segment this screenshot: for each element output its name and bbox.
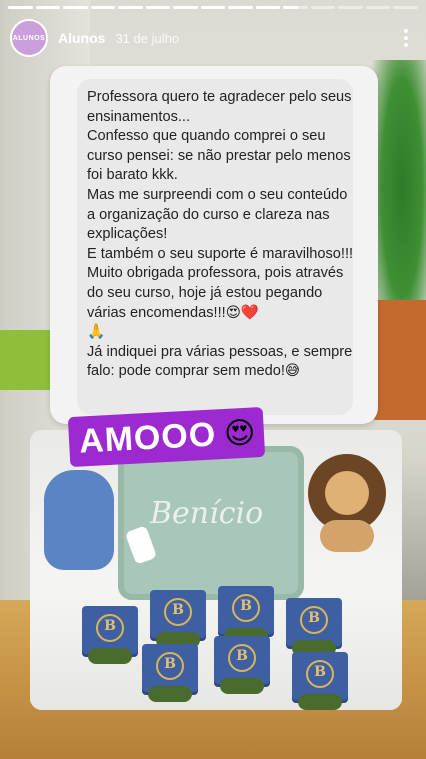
progress-segment [228, 6, 253, 9]
elephant-plush [44, 470, 114, 570]
story-date: 31 de julho [115, 30, 180, 46]
more-vertical-icon[interactable] [396, 26, 416, 50]
sticker-text: AMOOO [78, 414, 218, 461]
progress-segment [255, 6, 281, 9]
progress-segment [310, 6, 336, 9]
progress-segment-fill [8, 6, 33, 9]
progress-segment [283, 6, 308, 9]
message-text: Professora quero te agradecer pelo seus … [87, 89, 354, 380]
background-pot [371, 300, 426, 420]
progress-segment-fill [63, 6, 88, 9]
gift-box: B [142, 644, 198, 702]
progress-segment [118, 6, 143, 9]
gift-box: B [82, 606, 138, 664]
progress-segment-fill [173, 6, 198, 9]
story-progress-bar [8, 6, 418, 9]
avatar[interactable]: ALUNOS [10, 19, 48, 57]
message-screenshot-card: Professora quero te agradecer pelo seus … [50, 66, 378, 424]
heart-eyes-emoji-icon: 😍 [223, 414, 257, 452]
progress-segment [200, 6, 226, 9]
progress-segment-fill [35, 6, 61, 9]
product-photo: Benício B B B B B B B [30, 430, 402, 710]
amooo-sticker[interactable]: AMOOO 😍 [67, 406, 266, 468]
progress-segment [365, 6, 391, 9]
progress-segment-fill [118, 6, 143, 9]
progress-segment [393, 6, 418, 9]
story-header: ALUNOS Alunos 31 de julho [10, 18, 416, 58]
pillow-embroidery: Benício [150, 496, 264, 531]
gift-box: B [218, 586, 274, 644]
gift-box: B [286, 598, 342, 656]
progress-segment-fill [228, 6, 253, 9]
username[interactable]: Alunos [58, 30, 105, 46]
lion-plush [308, 454, 386, 552]
progress-segment [35, 6, 61, 9]
progress-segment-fill [200, 6, 226, 9]
progress-segment [145, 6, 171, 9]
gift-box: B [292, 652, 348, 710]
progress-segment [8, 6, 33, 9]
progress-segment-fill [90, 6, 116, 9]
gift-box: B [214, 636, 270, 694]
gift-box: B [150, 590, 206, 648]
progress-segment [173, 6, 198, 9]
progress-segment [90, 6, 116, 9]
progress-segment-fill [255, 6, 281, 9]
progress-segment [63, 6, 88, 9]
progress-segment [338, 6, 363, 9]
progress-segment-fill [283, 6, 299, 9]
progress-segment-fill [145, 6, 171, 9]
